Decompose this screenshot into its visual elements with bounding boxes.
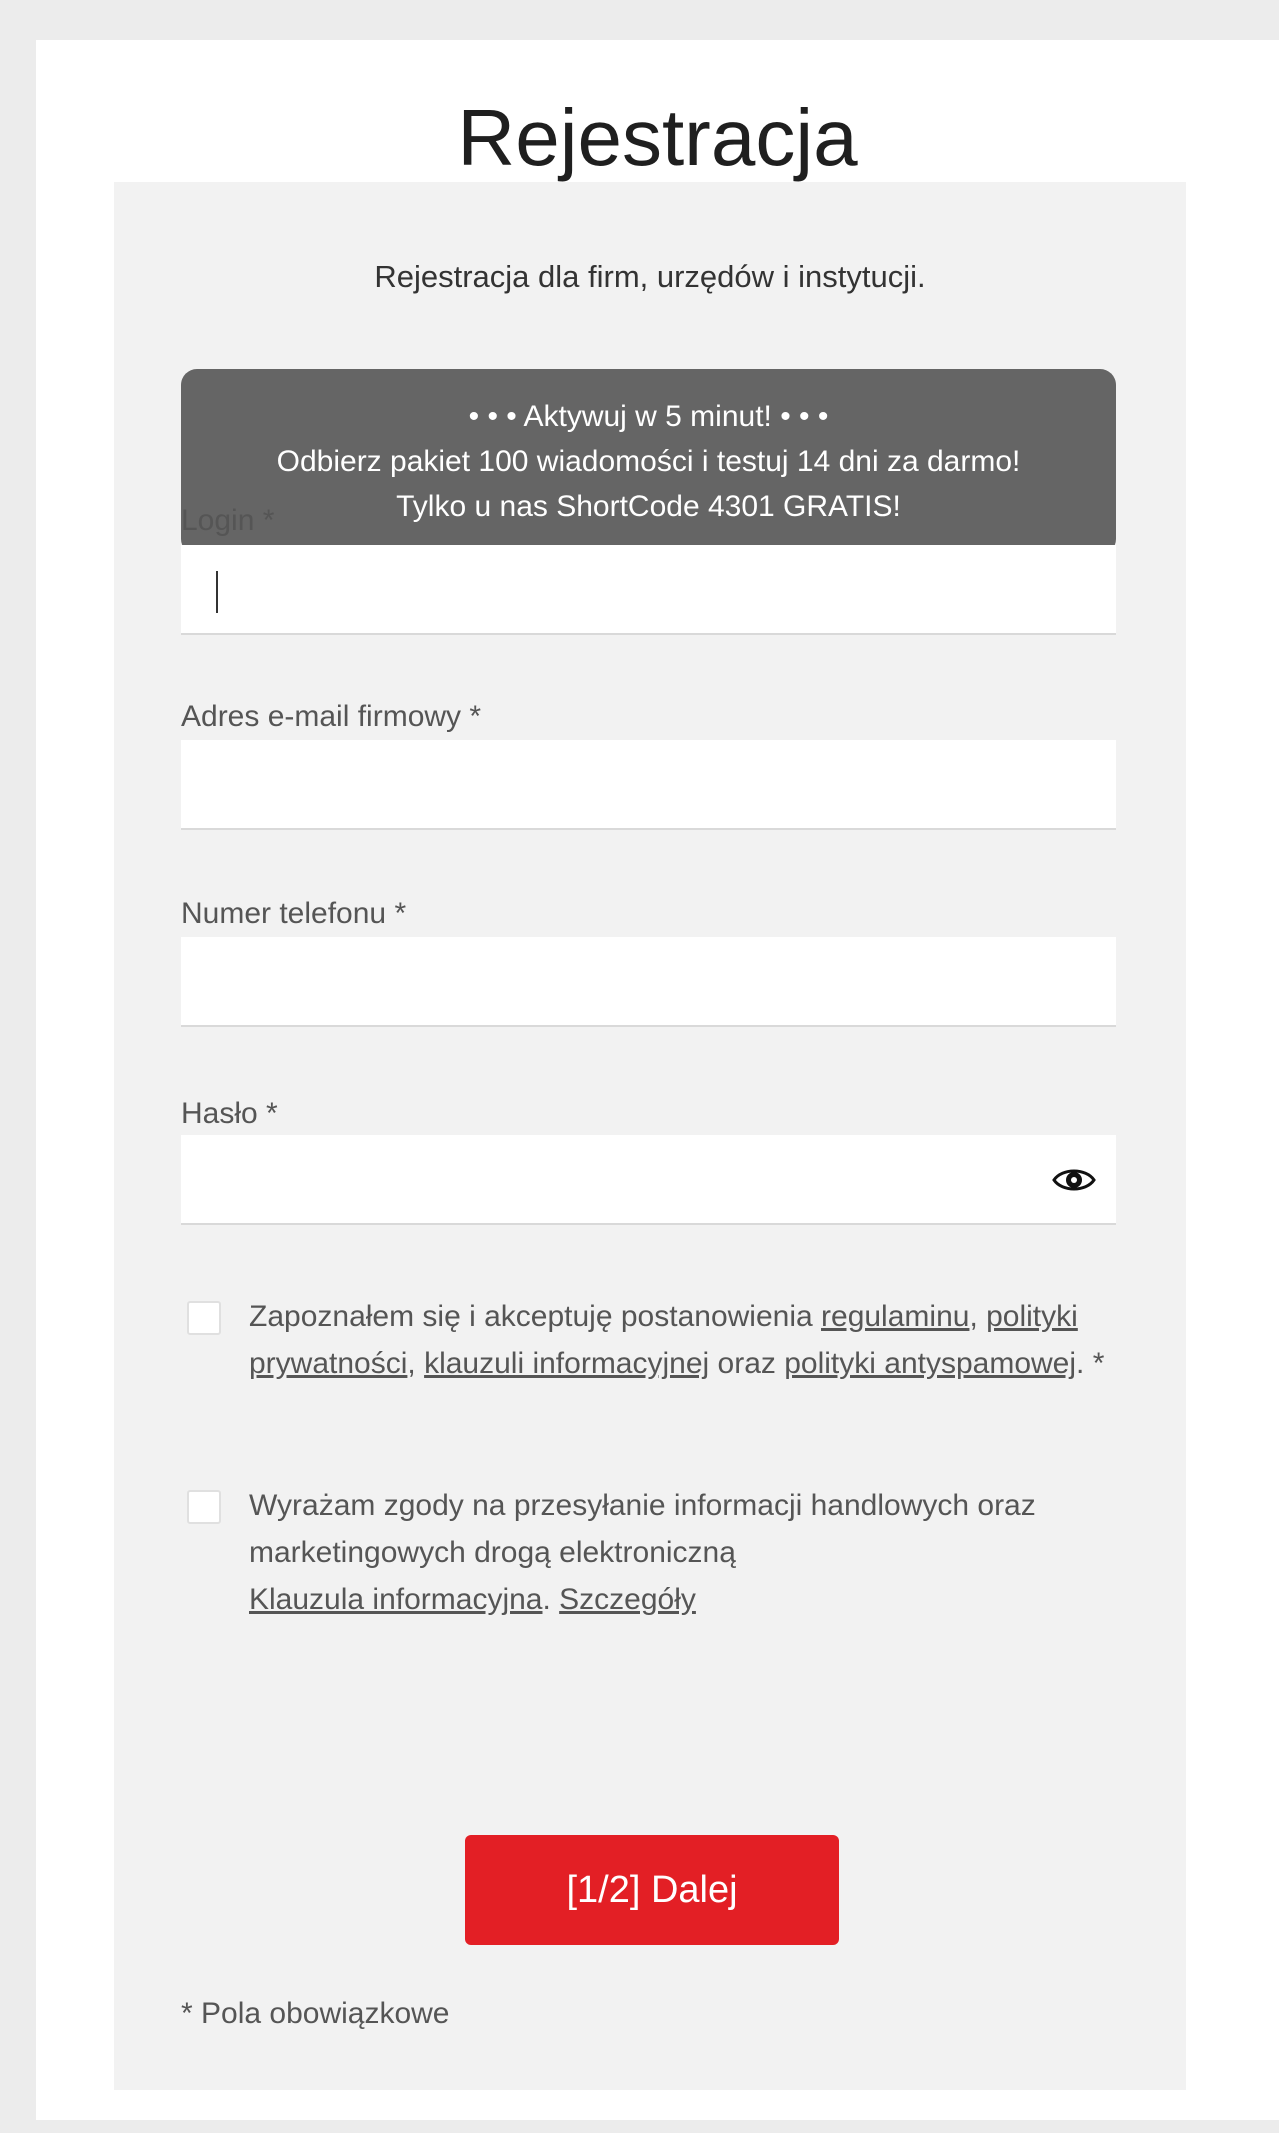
eye-icon[interactable] [1052,1165,1096,1195]
marketing-clause-link[interactable]: Klauzula informacyjna [249,1583,542,1616]
terms-text-3: , [407,1347,425,1380]
marketing-checkbox[interactable] [187,1490,221,1524]
terms-text-2: , [969,1300,987,1333]
terms-text-1: Zapoznałem się i akceptuję postanowienia [249,1300,822,1333]
password-input[interactable] [181,1135,1116,1225]
promo-line-2: Odbierz pakiet 100 wiadomości i testuj 1… [276,445,1021,478]
login-label: Login * [181,504,275,537]
phone-input[interactable] [181,937,1116,1027]
terms-consent: Zapoznałem się i akceptuję postanowienia… [181,1293,1116,1443]
page-title: Rejestracja [457,93,858,182]
terms-regulamin-link[interactable]: regulaminu [821,1300,969,1333]
marketing-details-link[interactable]: Szczegóły [559,1583,696,1616]
terms-consent-text: Zapoznałem się i akceptuję postanowienia… [249,1293,1109,1387]
terms-text-4: oraz [709,1347,785,1380]
terms-clause-link[interactable]: klauzuli informacyjnej [424,1347,709,1380]
promo-line-1: • • • Aktywuj w 5 minut! • • • [468,400,829,433]
next-button[interactable]: [1/2] Dalej [465,1835,839,1945]
email-label: Adres e-mail firmowy * [181,700,482,733]
terms-checkbox[interactable] [187,1301,221,1335]
text-caret [216,571,218,613]
promo-line-3: Tylko u nas ShortCode 4301 GRATIS! [396,490,901,523]
terms-antispam-link[interactable]: polityki antyspamowej [784,1347,1076,1380]
registration-panel: Rejestracja dla firm, urzędów i instytuc… [114,182,1186,2090]
required-fields-note: * Pola obowiązkowe [181,1997,450,2030]
marketing-text-2: . [542,1583,560,1616]
marketing-consent: Wyrażam zgody na przesyłanie informacji … [181,1482,1116,1632]
registration-page: Rejestracja Rejestracja dla firm, urzędó… [36,40,1279,2120]
phone-label: Numer telefonu * [181,897,407,930]
login-input[interactable] [181,545,1116,635]
promo-banner: • • • Aktywuj w 5 minut! • • • Odbierz p… [181,369,1116,555]
marketing-consent-text: Wyrażam zgody na przesyłanie informacji … [249,1482,1109,1623]
email-input[interactable] [181,740,1116,830]
terms-text-5: . * [1076,1347,1105,1380]
marketing-text-1: Wyrażam zgody na przesyłanie informacji … [249,1489,1036,1569]
subtitle: Rejestracja dla firm, urzędów i instytuc… [374,259,926,294]
password-label: Hasło * [181,1097,278,1130]
